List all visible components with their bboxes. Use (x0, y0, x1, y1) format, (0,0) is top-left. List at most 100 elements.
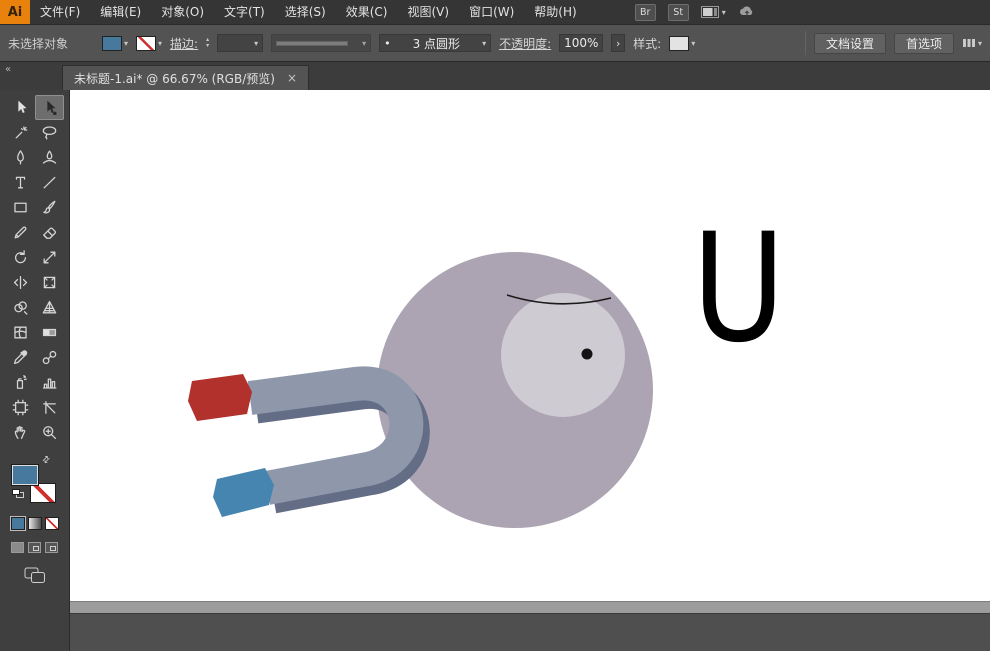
document-setup-button[interactable]: 文档设置 (814, 33, 886, 54)
magnet-red-tip-shape[interactable] (188, 374, 252, 421)
column-graph-tool[interactable] (35, 370, 64, 395)
artboard-tool[interactable] (6, 395, 35, 420)
tools-panel: ⇄ (0, 90, 70, 651)
fill-swatch[interactable] (12, 465, 38, 485)
gradient-button[interactable] (28, 517, 42, 530)
draw-behind-button[interactable] (28, 542, 41, 553)
rotate-tool[interactable] (6, 245, 35, 270)
draw-inside-button[interactable] (45, 542, 58, 553)
workspace-switcher-icon (701, 6, 719, 18)
fill-swatch[interactable] (102, 36, 122, 51)
none-button[interactable] (45, 517, 59, 530)
mesh-tool[interactable] (6, 320, 35, 345)
shape-builder-tool[interactable] (6, 295, 35, 320)
workspace-switcher[interactable]: ▾ (701, 6, 726, 18)
free-transform-tool[interactable] (35, 270, 64, 295)
hand-tool[interactable] (6, 420, 35, 445)
selection-status: 未选择对象 (8, 35, 94, 52)
pasteboard (70, 601, 990, 613)
chevron-down-icon: ▾ (482, 39, 486, 48)
slice-tool[interactable] (35, 395, 64, 420)
menu-item-5[interactable]: 选择(S) (275, 0, 336, 24)
fill-color-control[interactable]: ▾ (102, 36, 128, 51)
swap-fill-stroke-icon[interactable]: ⇄ (40, 454, 52, 466)
align-panel-control[interactable]: ▾ (962, 37, 982, 49)
selection-tool[interactable] (6, 95, 35, 120)
menubar-right-group: Br St ▾ (635, 4, 756, 21)
divider (805, 31, 806, 55)
opacity-options-button[interactable]: › (611, 34, 625, 52)
perspective-grid-tool[interactable] (35, 295, 64, 320)
magnet-blue-tip-shape[interactable] (213, 468, 274, 517)
magnet-body-shape[interactable] (250, 383, 406, 488)
stroke-weight-stepper[interactable]: ▴▾ (206, 37, 209, 49)
document-tab-title: 未标题-1.ai* @ 66.67% (RGB/预览) (74, 70, 275, 87)
chevron-down-icon: ▾ (362, 39, 366, 48)
direct-selection-tool[interactable] (35, 95, 64, 120)
width-profile-preview (276, 41, 348, 46)
menu-item-1[interactable]: 文件(F) (30, 0, 90, 24)
eyedropper-tool[interactable] (6, 345, 35, 370)
stroke-none-swatch[interactable] (136, 36, 156, 51)
close-tab-icon[interactable]: × (287, 71, 297, 85)
chevron-down-icon: ▾ (254, 39, 258, 48)
preferences-button[interactable]: 首选项 (894, 33, 954, 54)
style-select[interactable]: ▾ (669, 36, 695, 51)
type-tool[interactable] (6, 170, 35, 195)
eraser-tool[interactable] (35, 220, 64, 245)
stroke-color-control[interactable]: ▾ (136, 36, 162, 51)
stepper-down-icon[interactable]: ▾ (206, 43, 209, 49)
artboard[interactable]: U (70, 90, 990, 601)
document-tab[interactable]: 未标题-1.ai* @ 66.67% (RGB/预览) × (62, 65, 309, 90)
stroke-swatch[interactable] (30, 483, 56, 503)
pencil-tool[interactable] (6, 220, 35, 245)
share-icon[interactable] (738, 4, 756, 21)
menu-item-4[interactable]: 文字(T) (214, 0, 275, 24)
line-segment-tool[interactable] (35, 170, 64, 195)
symbol-sprayer-tool[interactable] (6, 370, 35, 395)
paintbrush-tool[interactable] (35, 195, 64, 220)
opacity-value: 100% (564, 36, 598, 50)
brush-preview-icon: • (384, 37, 391, 50)
gradient-tool[interactable] (35, 320, 64, 345)
document-window: U (70, 90, 990, 651)
align-bars-icon (962, 37, 976, 49)
menu-item-3[interactable]: 对象(O) (151, 0, 214, 24)
stroke-weight-select[interactable]: ▾ (217, 34, 263, 52)
zoom-tool[interactable] (35, 420, 64, 445)
default-fill-stroke-icon[interactable] (12, 489, 24, 499)
control-panel: 未选择对象 ▾ ▾ 描边: ▴▾ ▾ ▾ • 3 点圆形 ▾ 不透明度: 100… (0, 24, 990, 62)
blend-tool[interactable] (35, 345, 64, 370)
collapse-panels-icon[interactable]: « (0, 62, 62, 75)
menu-item-6[interactable]: 效果(C) (336, 0, 398, 24)
scale-tool[interactable] (35, 245, 64, 270)
menu-item-8[interactable]: 窗口(W) (459, 0, 524, 24)
menu-item-7[interactable]: 视图(V) (397, 0, 459, 24)
magic-wand-tool[interactable] (6, 120, 35, 145)
menu-item-9[interactable]: 帮助(H) (524, 0, 586, 24)
chevron-down-icon: ▾ (158, 39, 162, 48)
letter-u-text[interactable]: U (692, 214, 785, 364)
pupil-dot-shape[interactable] (582, 349, 593, 360)
color-button[interactable] (11, 517, 25, 530)
opacity-label[interactable]: 不透明度: (499, 35, 551, 52)
screen-mode-control[interactable] (0, 567, 69, 584)
stock-button[interactable]: St (668, 4, 689, 21)
rectangle-tool[interactable] (6, 195, 35, 220)
width-profile-select[interactable]: ▾ (271, 34, 371, 52)
curvature-tool[interactable] (35, 145, 64, 170)
opacity-input[interactable]: 100% (559, 34, 603, 52)
fill-stroke-indicator[interactable]: ⇄ (10, 457, 60, 507)
stroke-weight-label[interactable]: 描边: (170, 35, 198, 52)
chevron-down-icon: ▾ (691, 39, 695, 48)
brush-definition-select[interactable]: • 3 点圆形 ▾ (379, 34, 491, 52)
artwork-canvas[interactable] (70, 90, 990, 601)
eye-circle-shape[interactable] (501, 293, 625, 417)
lasso-tool[interactable] (35, 120, 64, 145)
pen-tool[interactable] (6, 145, 35, 170)
width-tool[interactable] (6, 270, 35, 295)
draw-normal-button[interactable] (11, 542, 24, 553)
style-swatch[interactable] (669, 36, 689, 51)
bridge-button[interactable]: Br (635, 4, 656, 21)
menu-item-2[interactable]: 编辑(E) (90, 0, 151, 24)
